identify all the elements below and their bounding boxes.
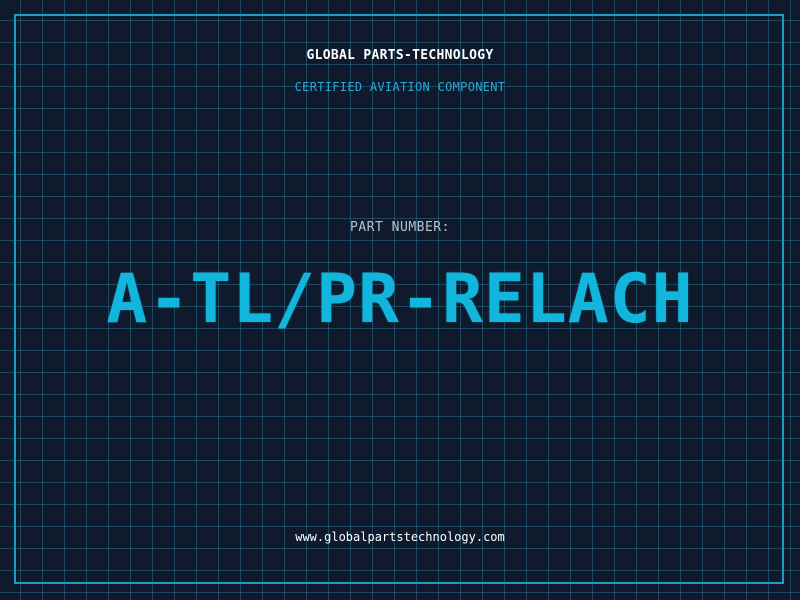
part-number-value: A-TL/PR-RELACH — [106, 260, 694, 339]
part-number-label: PART NUMBER: — [350, 220, 450, 235]
tagline: CERTIFIED AVIATION COMPONENT — [294, 80, 506, 94]
company-name: GLOBAL PARTS-TECHNOLOGY — [306, 48, 494, 63]
website-link[interactable]: www.globalpartstechnology.com — [0, 530, 800, 544]
